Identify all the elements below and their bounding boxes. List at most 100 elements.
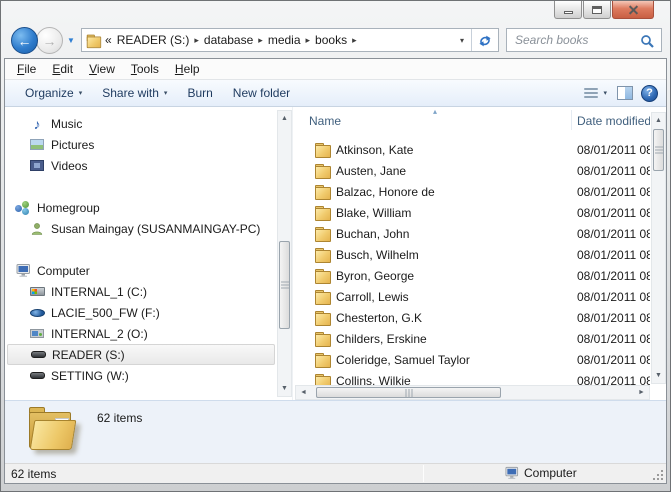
sidebar-item-homegroup[interactable]: Homegroup [5, 197, 277, 218]
breadcrumb-separator-icon[interactable]: ▸ [350, 35, 359, 46]
menu-tools[interactable]: Tools [123, 62, 167, 76]
file-row[interactable]: Buchan, John 08/01/2011 08 [293, 223, 650, 244]
sidebar-item-drive-c[interactable]: INTERNAL_1 (C:) [5, 281, 277, 302]
music-icon: ♪ [33, 115, 41, 132]
folder-icon [315, 353, 331, 368]
sidebar-item-drive-o[interactable]: INTERNAL_2 (O:) [5, 323, 277, 344]
share-with-button[interactable]: Share with ▾ [92, 82, 177, 104]
computer-icon [505, 466, 519, 480]
computer-icon [15, 263, 31, 279]
navigation-bar: ← → ▼ « READER (S:) ▸ database ▸ media ▸… [1, 25, 670, 58]
card-drive-icon [30, 329, 44, 338]
folder-icon [315, 143, 331, 158]
minimize-button[interactable] [554, 1, 582, 19]
resize-grip[interactable] [651, 468, 664, 481]
navigation-pane: ♪ Music Pictures Videos Homegroup Susan … [5, 107, 277, 400]
column-header-date-modified[interactable]: Date modified [577, 114, 650, 128]
navpane-scrollbar[interactable]: ▲ ▼ [277, 110, 292, 397]
burn-button[interactable]: Burn [177, 82, 222, 104]
column-header-name[interactable]: Name [309, 114, 341, 128]
file-row[interactable]: Coleridge, Samuel Taylor 08/01/2011 08 [293, 349, 650, 370]
change-view-button[interactable]: ▾ [582, 84, 609, 102]
videos-icon [30, 160, 44, 171]
maximize-button[interactable] [583, 1, 611, 19]
file-row[interactable]: Busch, Wilhelm 08/01/2011 08 [293, 244, 650, 265]
sidebar-item-computer[interactable]: Computer [5, 260, 277, 281]
history-dropdown-button[interactable]: ▼ [67, 36, 75, 45]
pictures-icon [30, 139, 44, 150]
navpane-scroll-thumb[interactable] [279, 241, 290, 329]
column-headers: ▴ Name Date modified [293, 107, 650, 133]
forward-button[interactable]: → [36, 27, 63, 54]
file-row[interactable]: Blake, William 08/01/2011 08 [293, 202, 650, 223]
refresh-icon [479, 35, 491, 47]
menu-file[interactable]: File [9, 62, 44, 76]
menu-edit[interactable]: Edit [44, 62, 81, 76]
details-pane: 62 items [5, 400, 666, 463]
file-row[interactable]: Austen, Jane 08/01/2011 08 [293, 160, 650, 181]
file-list-scroll-thumb[interactable] [653, 129, 664, 171]
file-row[interactable]: Carroll, Lewis 08/01/2011 08 [293, 286, 650, 307]
scroll-right-icon[interactable]: ► [634, 386, 649, 399]
breadcrumb-item-media[interactable]: media [265, 33, 304, 47]
file-list-vertical-scrollbar[interactable]: ▲ ▼ [651, 112, 666, 384]
details-summary: 62 items [97, 411, 143, 425]
breadcrumb-separator-icon[interactable]: ▸ [256, 35, 265, 46]
breadcrumb-overflow[interactable]: « [101, 33, 114, 47]
selection-folder-icon [27, 406, 83, 458]
folder-icon [315, 164, 331, 179]
breadcrumb-item-reader[interactable]: READER (S:) [114, 33, 193, 47]
organize-button[interactable]: Organize ▾ [15, 82, 92, 104]
search-input[interactable] [507, 29, 640, 51]
breadcrumb-separator-icon[interactable]: ▸ [304, 35, 313, 46]
file-row[interactable]: Childers, Erskine 08/01/2011 08 [293, 328, 650, 349]
preview-pane-button[interactable] [617, 86, 633, 100]
search-icon[interactable] [640, 32, 661, 49]
menu-view[interactable]: View [81, 62, 123, 76]
scroll-up-icon[interactable]: ▲ [652, 113, 665, 128]
sidebar-item-drive-f[interactable]: LACIE_500_FW (F:) [5, 302, 277, 323]
scroll-up-icon[interactable]: ▲ [278, 111, 291, 126]
menu-help[interactable]: Help [167, 62, 208, 76]
drive-icon [30, 351, 46, 358]
scroll-left-icon[interactable]: ◄ [296, 386, 311, 399]
folder-icon [315, 206, 331, 221]
address-bar[interactable]: « READER (S:) ▸ database ▸ media ▸ books… [81, 28, 499, 52]
folder-icon [315, 227, 331, 242]
sidebar-item-drive-w[interactable]: SETTING (W:) [5, 365, 277, 386]
new-folder-button[interactable]: New folder [223, 82, 300, 104]
status-location: Computer [505, 466, 577, 480]
breadcrumb-separator-icon[interactable]: ▸ [192, 35, 201, 46]
status-divider [423, 465, 424, 482]
user-icon [29, 221, 45, 237]
file-row[interactable]: Atkinson, Kate 08/01/2011 08 [293, 139, 650, 160]
refresh-button[interactable] [471, 29, 496, 51]
status-bar: 62 items Computer [5, 463, 666, 483]
command-bar: Organize ▾ Share with ▾ Burn New folder ▾ … [5, 80, 666, 107]
sidebar-item-pictures[interactable]: Pictures [5, 134, 277, 155]
scroll-down-icon[interactable]: ▼ [652, 368, 665, 383]
sidebar-item-videos[interactable]: Videos [5, 155, 277, 176]
breadcrumb-item-books[interactable]: books [312, 33, 350, 47]
file-row[interactable]: Byron, George 08/01/2011 08 [293, 265, 650, 286]
sidebar-item-drive-s-selected[interactable]: READER (S:) [7, 344, 275, 365]
maximize-icon [592, 5, 602, 14]
file-row[interactable]: Balzac, Honore de 08/01/2011 08 [293, 181, 650, 202]
horizontal-scroll-thumb[interactable] [316, 387, 501, 398]
file-list-horizontal-scrollbar[interactable]: ◄ ► [295, 385, 650, 400]
sidebar-item-music[interactable]: ♪ Music [5, 113, 277, 134]
scroll-down-icon[interactable]: ▼ [278, 381, 291, 396]
close-button[interactable] [612, 1, 654, 19]
status-item-count: 62 items [11, 467, 57, 481]
column-separator[interactable] [571, 110, 572, 130]
file-row[interactable]: Collins, Wilkie 08/01/2011 08 [293, 370, 650, 385]
folder-icon [315, 311, 331, 326]
file-row[interactable]: Chesterton, G.K 08/01/2011 08 [293, 307, 650, 328]
breadcrumb-item-database[interactable]: database [201, 33, 256, 47]
sidebar-item-homegroup-member[interactable]: Susan Maingay (SUSANMAINGAY-PC) [5, 218, 277, 239]
folder-icon [315, 290, 331, 305]
back-button[interactable]: ← [11, 27, 38, 54]
help-button[interactable]: ? [641, 84, 658, 102]
address-dropdown-button[interactable]: ▾ [453, 36, 471, 45]
folder-icon [315, 185, 331, 200]
